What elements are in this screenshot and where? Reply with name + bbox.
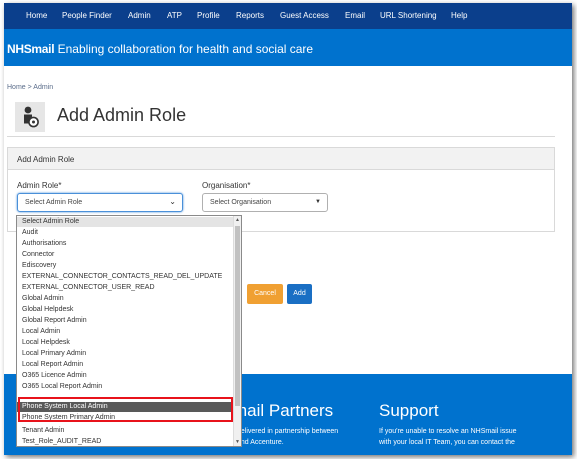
site-header: NHSmail Enabling collaboration for healt… <box>4 29 572 66</box>
nav-profile[interactable]: Profile <box>197 11 220 20</box>
dropdown-option[interactable]: O365 Licence Admin <box>17 371 235 381</box>
top-navigation: Home People Finder Admin ATP Profile Rep… <box>4 3 572 29</box>
breadcrumb: Home > Admin <box>7 84 53 91</box>
user-admin-icon <box>15 102 45 132</box>
nav-admin[interactable]: Admin <box>128 11 151 20</box>
breadcrumb-home[interactable]: Home <box>7 84 26 91</box>
nav-email[interactable]: Email <box>345 11 365 20</box>
site-brand[interactable]: NHSmail Enabling collaboration for healt… <box>7 42 313 56</box>
panel-heading: Add Admin Role <box>17 155 75 164</box>
partners-text-line1: delivered in partnership between <box>237 428 339 435</box>
caret-down-icon: ▼ <box>315 199 321 205</box>
dropdown-option[interactable]: Global Helpdesk <box>17 305 235 315</box>
panel-header: Add Admin Role <box>8 148 554 170</box>
partners-heading: mail Partners <box>233 401 334 420</box>
organisation-value: Select Organisation <box>210 199 272 206</box>
nav-guest-access[interactable]: Guest Access <box>280 11 329 20</box>
admin-role-label: Admin Role* <box>17 181 62 190</box>
dropdown-option[interactable]: Global Admin <box>17 294 235 304</box>
nav-help[interactable]: Help <box>451 11 467 20</box>
partners-text-line2: and Accenture. <box>237 439 284 446</box>
dropdown-option[interactable]: Connector <box>17 250 235 260</box>
dropdown-option[interactable]: Authorisations <box>17 239 235 249</box>
nav-url-shortening[interactable]: URL Shortening <box>380 11 437 20</box>
dropdown-option[interactable]: EXTERNAL_CONNECTOR_CONTACTS_READ_DEL_UPD… <box>17 272 235 282</box>
dropdown-option[interactable]: Audit <box>17 228 235 238</box>
dropdown-option[interactable]: Test_Role_AUDIT_READ <box>17 437 235 446</box>
scrollbar-thumb[interactable] <box>235 226 240 406</box>
dropdown-option[interactable]: Local Report Admin <box>17 360 235 370</box>
dropdown-option[interactable]: Local Helpdesk <box>17 338 235 348</box>
dropdown-option[interactable]: EXTERNAL_CONNECTOR_USER_READ <box>17 283 235 293</box>
admin-role-value: Select Admin Role <box>25 199 83 206</box>
admin-role-select[interactable]: Select Admin Role ⌄ <box>17 193 183 212</box>
brand-tagline: Enabling collaboration for health and so… <box>57 42 314 56</box>
dropdown-option[interactable]: Local Admin <box>17 327 235 337</box>
user-admin-icon-graphic <box>24 106 39 128</box>
brand-logo-text: NHSmail <box>7 42 55 56</box>
support-heading: Support <box>379 401 439 420</box>
breadcrumb-separator: > <box>27 84 32 91</box>
page-title: Add Admin Role <box>57 105 187 125</box>
chevron-down-icon: ⌄ <box>169 197 176 206</box>
cancel-button[interactable]: Cancel <box>247 284 283 304</box>
breadcrumb-admin[interactable]: Admin <box>33 84 53 91</box>
dropdown-option[interactable]: Select Admin Role <box>17 217 235 227</box>
browser-frame: Home People Finder Admin ATP Profile Rep… <box>4 3 572 455</box>
support-text-line2: with your local IT Team, you can contact… <box>379 439 515 446</box>
nav-people-finder[interactable]: People Finder <box>62 11 112 20</box>
dropdown-option[interactable]: Global Report Admin <box>17 316 235 326</box>
scroll-up-arrow-icon[interactable]: ▲ <box>235 217 240 223</box>
organisation-select[interactable]: Select Organisation ▼ <box>202 193 328 212</box>
scroll-down-arrow-icon[interactable]: ▼ <box>235 439 240 445</box>
annotation-highlight-box <box>18 397 233 422</box>
add-button[interactable]: Add <box>287 284 312 304</box>
dropdown-option[interactable]: Ediscovery <box>17 261 235 271</box>
dropdown-option[interactable]: Local Primary Admin <box>17 349 235 359</box>
dropdown-option[interactable]: O365 Local Report Admin <box>17 382 235 392</box>
organisation-label: Organisation* <box>202 181 251 190</box>
nav-atp[interactable]: ATP <box>167 11 182 20</box>
dropdown-option[interactable]: Tenant Admin <box>17 426 235 436</box>
dropdown-scrollbar[interactable]: ▲ ▼ <box>233 216 241 446</box>
nav-reports[interactable]: Reports <box>236 11 264 20</box>
title-divider <box>7 136 555 137</box>
support-text-line1: If you're unable to resolve an NHSmail i… <box>379 428 517 435</box>
nav-home[interactable]: Home <box>26 11 47 20</box>
